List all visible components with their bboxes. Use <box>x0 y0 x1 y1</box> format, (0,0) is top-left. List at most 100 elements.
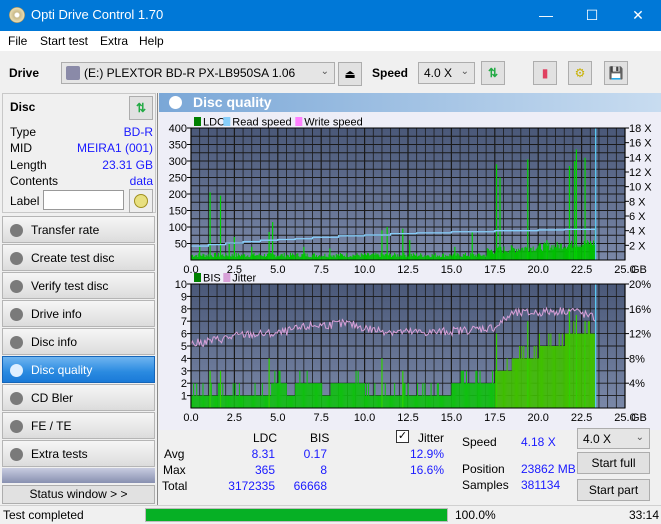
close-button[interactable]: ✕ <box>615 0 661 31</box>
nav-create-test-disc[interactable]: Create test disc <box>2 244 155 271</box>
erase-button[interactable]: ▮ <box>533 61 557 85</box>
bis-bar <box>239 395 241 408</box>
bis-bar <box>234 383 236 408</box>
nav-disc-info[interactable]: Disc info <box>2 328 155 355</box>
y-tick-label: 400 <box>169 123 187 135</box>
bis-bar <box>210 383 212 408</box>
maximize-button[interactable]: ☐ <box>569 0 615 31</box>
bis-bar <box>467 383 469 408</box>
ldc-bar <box>253 252 255 260</box>
bis-bar <box>452 383 454 408</box>
disc-key: Contents <box>10 174 59 188</box>
bis-bar <box>415 395 418 408</box>
nav-label: Verify test disc <box>31 279 109 293</box>
jitter-checkbox[interactable]: ✓ <box>396 430 409 443</box>
disc-value: 23.31 GB <box>102 158 153 172</box>
test-speed-select[interactable]: 4.0 X ⌄ <box>577 428 650 449</box>
bis-bar <box>364 395 366 408</box>
y-tick-label: 300 <box>169 156 187 168</box>
nav-fe-te[interactable]: FE / TE <box>2 412 155 439</box>
bis-bar <box>306 370 308 408</box>
ldc-bar <box>338 255 340 260</box>
bis-bar <box>538 333 540 408</box>
bis-bar <box>270 395 272 408</box>
label-apply-button[interactable] <box>129 189 153 213</box>
start-part-button[interactable]: Start part <box>577 479 650 501</box>
bis-bar <box>250 395 252 408</box>
disc-icon <box>10 448 23 461</box>
ldc-bar <box>393 255 395 260</box>
bis-bar <box>585 333 587 408</box>
x-tick-label: 20.0 <box>527 264 548 276</box>
ldc-bar <box>222 254 224 260</box>
disc-icon <box>169 96 182 109</box>
bis-bar <box>395 395 397 408</box>
status-window-button[interactable]: Status window > > <box>2 485 155 504</box>
disc-refresh-button[interactable]: ⇅ <box>129 96 153 120</box>
bis-bar <box>586 333 588 408</box>
bis-bar <box>480 383 482 408</box>
bis-bar <box>287 395 289 408</box>
bis-bar <box>375 395 377 408</box>
bis-bar <box>213 395 215 408</box>
eject-button[interactable]: ⏏ <box>338 62 362 86</box>
status-bar: Test completed 100.0% 33:14 <box>0 505 661 524</box>
minimize-button[interactable]: — <box>523 0 569 31</box>
bis-bar <box>447 395 449 408</box>
ldc-bar <box>254 255 256 260</box>
nav-extra-tests[interactable]: Extra tests <box>2 440 155 467</box>
disc-row-length: Length 23.31 GB <box>10 158 153 174</box>
bis-bar <box>245 395 247 408</box>
ldc-bar <box>413 254 415 260</box>
ldc-bar <box>549 250 551 260</box>
nav-transfer-rate[interactable]: Transfer rate <box>2 216 155 243</box>
ldc-max: 365 <box>254 463 275 477</box>
window-title: Opti Drive Control 1.70 <box>31 7 164 22</box>
ldc-bar <box>404 254 406 260</box>
bis-bar <box>193 383 195 408</box>
gear-icon: ⚙ <box>574 66 586 80</box>
y2-tick-label: 14 X <box>629 152 652 164</box>
bis-bar <box>494 383 496 408</box>
refresh-button[interactable]: ⇅ <box>481 61 505 85</box>
ldc-bar <box>270 253 272 260</box>
bis-bar <box>356 383 358 408</box>
ldc-bar <box>305 256 307 260</box>
bis-bar <box>325 395 327 408</box>
ldc-bar <box>239 256 241 260</box>
y-tick-label: 7 <box>181 316 187 328</box>
menu-extra[interactable]: Extra <box>100 34 128 48</box>
menu-help[interactable]: Help <box>139 34 164 48</box>
bis-bar <box>390 395 393 408</box>
bis-bar <box>323 395 325 408</box>
bis-bar <box>580 333 582 408</box>
ldc-bar <box>304 253 306 260</box>
start-full-button[interactable]: Start full <box>577 452 650 474</box>
menu-file[interactable]: File <box>8 34 27 48</box>
ldc-bar <box>397 254 399 260</box>
bis-bar <box>379 395 381 408</box>
settings-button[interactable]: ⚙ <box>568 61 592 85</box>
nav-disc-quality[interactable]: Disc quality <box>2 356 155 383</box>
bis-bar <box>276 383 278 408</box>
ldc-bar <box>368 253 370 260</box>
ldc-bar <box>217 255 219 260</box>
save-button[interactable]: 💾 <box>604 61 628 85</box>
ldc-bar <box>256 255 258 260</box>
ldc-bar <box>493 253 495 260</box>
nav-drive-info[interactable]: Drive info <box>2 300 155 327</box>
ldc-bar <box>203 254 205 260</box>
menu-start-test[interactable]: Start test <box>40 34 88 48</box>
speed-select[interactable]: 4.0 X ⌄ <box>418 62 475 84</box>
bis-bar <box>204 395 206 408</box>
label-input[interactable] <box>43 190 124 210</box>
y-tick-label: 150 <box>169 206 187 218</box>
nav-cd-bler[interactable]: CD Bler <box>2 384 155 411</box>
bis-bar <box>303 383 305 408</box>
ldc-bar <box>438 255 440 260</box>
drive-select[interactable]: (E:) PLEXTOR BD-R PX-LB950SA 1.06 ⌄ <box>61 62 335 84</box>
disc-key: MID <box>10 141 32 155</box>
nav-verify-test-disc[interactable]: Verify test disc <box>2 272 155 299</box>
bis-bar <box>338 383 340 408</box>
ldc-bar <box>274 254 276 260</box>
